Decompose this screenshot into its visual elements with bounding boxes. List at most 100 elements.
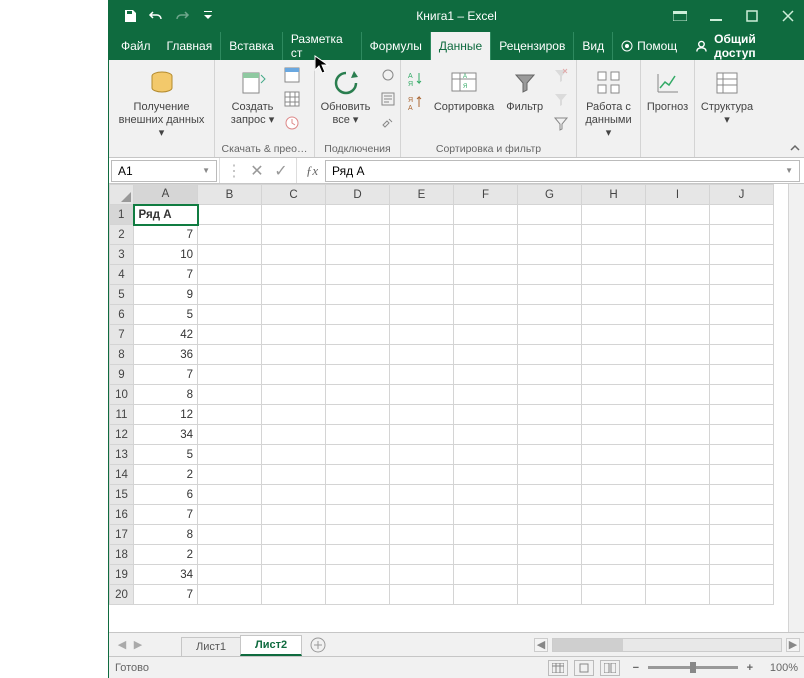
cell[interactable] [710, 305, 774, 325]
sheet-tab[interactable]: Лист1 [181, 637, 241, 656]
cell[interactable] [262, 545, 326, 565]
cell[interactable] [262, 345, 326, 365]
cell[interactable] [582, 585, 646, 605]
cell[interactable] [326, 465, 390, 485]
cell[interactable] [262, 305, 326, 325]
tab-file[interactable]: Файл [113, 32, 159, 60]
cell[interactable] [710, 565, 774, 585]
row-header[interactable]: 5 [110, 285, 134, 305]
cell[interactable] [518, 345, 582, 365]
cell[interactable] [710, 325, 774, 345]
cell[interactable] [390, 585, 454, 605]
cell[interactable] [646, 265, 710, 285]
cell[interactable] [710, 345, 774, 365]
cell[interactable] [454, 585, 518, 605]
save-icon[interactable] [121, 7, 139, 25]
row-header[interactable]: 12 [110, 425, 134, 445]
zoom-slider[interactable] [648, 666, 738, 669]
cell[interactable] [262, 465, 326, 485]
cell[interactable] [518, 425, 582, 445]
cell[interactable]: 7 [134, 225, 198, 245]
cell[interactable] [262, 525, 326, 545]
cell[interactable] [454, 485, 518, 505]
row-header[interactable]: 3 [110, 245, 134, 265]
cell[interactable] [198, 325, 262, 345]
cell[interactable] [710, 385, 774, 405]
cell[interactable]: 7 [134, 505, 198, 525]
cell[interactable] [262, 225, 326, 245]
cell[interactable] [454, 225, 518, 245]
cell[interactable] [518, 365, 582, 385]
tab-view[interactable]: Вид [574, 32, 613, 60]
cell[interactable] [646, 445, 710, 465]
cell[interactable] [390, 245, 454, 265]
sort-button[interactable]: AЯ Сортировка [429, 64, 499, 117]
cell[interactable] [582, 225, 646, 245]
sort-za-icon[interactable]: ЯA [405, 92, 427, 114]
tab-data[interactable]: Данные [431, 32, 491, 60]
cell[interactable] [518, 225, 582, 245]
cell[interactable] [646, 305, 710, 325]
hscroll-right-icon[interactable]: ▶ [786, 638, 800, 652]
cell[interactable] [710, 245, 774, 265]
cell[interactable] [582, 525, 646, 545]
forecast-button[interactable]: Прогноз [642, 64, 693, 117]
cell[interactable] [390, 365, 454, 385]
cell[interactable] [518, 465, 582, 485]
cell[interactable]: 8 [134, 525, 198, 545]
cell[interactable] [390, 465, 454, 485]
cell[interactable] [518, 325, 582, 345]
qat-customize-icon[interactable] [199, 7, 217, 25]
collapse-ribbon-icon[interactable] [788, 141, 802, 155]
hscroll-left-icon[interactable]: ◀ [534, 638, 548, 652]
cell[interactable] [582, 245, 646, 265]
redo-icon[interactable] [173, 7, 191, 25]
cell[interactable] [518, 545, 582, 565]
cell[interactable]: 7 [134, 365, 198, 385]
cell[interactable] [390, 205, 454, 225]
filter-button[interactable]: Фильтр [501, 64, 548, 117]
cell[interactable] [518, 505, 582, 525]
cell[interactable] [390, 405, 454, 425]
row-header[interactable]: 9 [110, 365, 134, 385]
cell[interactable] [710, 465, 774, 485]
cell[interactable] [198, 525, 262, 545]
row-header[interactable]: 11 [110, 405, 134, 425]
cell[interactable] [646, 205, 710, 225]
cell[interactable] [326, 365, 390, 385]
cell[interactable]: 7 [134, 585, 198, 605]
cell[interactable] [326, 285, 390, 305]
cell[interactable] [454, 245, 518, 265]
cell[interactable] [390, 525, 454, 545]
cell[interactable] [326, 245, 390, 265]
view-page-break-icon[interactable] [600, 660, 620, 676]
cancel-formula-icon[interactable]: ✕ [248, 162, 266, 180]
cell[interactable] [710, 405, 774, 425]
cell[interactable] [646, 425, 710, 445]
cell[interactable] [198, 405, 262, 425]
recent-sources-icon[interactable] [281, 112, 303, 134]
cell[interactable]: 7 [134, 265, 198, 285]
cell[interactable] [262, 445, 326, 465]
advanced-filter-icon[interactable] [550, 112, 572, 134]
cell[interactable] [262, 485, 326, 505]
sort-az-icon[interactable]: AЯ [405, 68, 427, 90]
col-header[interactable]: E [390, 185, 454, 205]
row-header[interactable]: 2 [110, 225, 134, 245]
cell[interactable] [710, 205, 774, 225]
new-query-button[interactable]: Создатьзапрос ▾ [226, 64, 279, 130]
cell[interactable] [646, 565, 710, 585]
zoom-in-icon[interactable]: + [744, 662, 756, 674]
cell[interactable] [646, 385, 710, 405]
cell[interactable] [198, 345, 262, 365]
cell[interactable] [326, 425, 390, 445]
chevron-down-icon[interactable]: ▼ [202, 166, 210, 175]
cell[interactable] [454, 305, 518, 325]
row-header[interactable]: 15 [110, 485, 134, 505]
cell[interactable] [390, 445, 454, 465]
cell[interactable] [710, 265, 774, 285]
properties-icon[interactable] [377, 88, 399, 110]
cell[interactable] [198, 245, 262, 265]
cell[interactable] [326, 585, 390, 605]
cell[interactable]: 34 [134, 425, 198, 445]
